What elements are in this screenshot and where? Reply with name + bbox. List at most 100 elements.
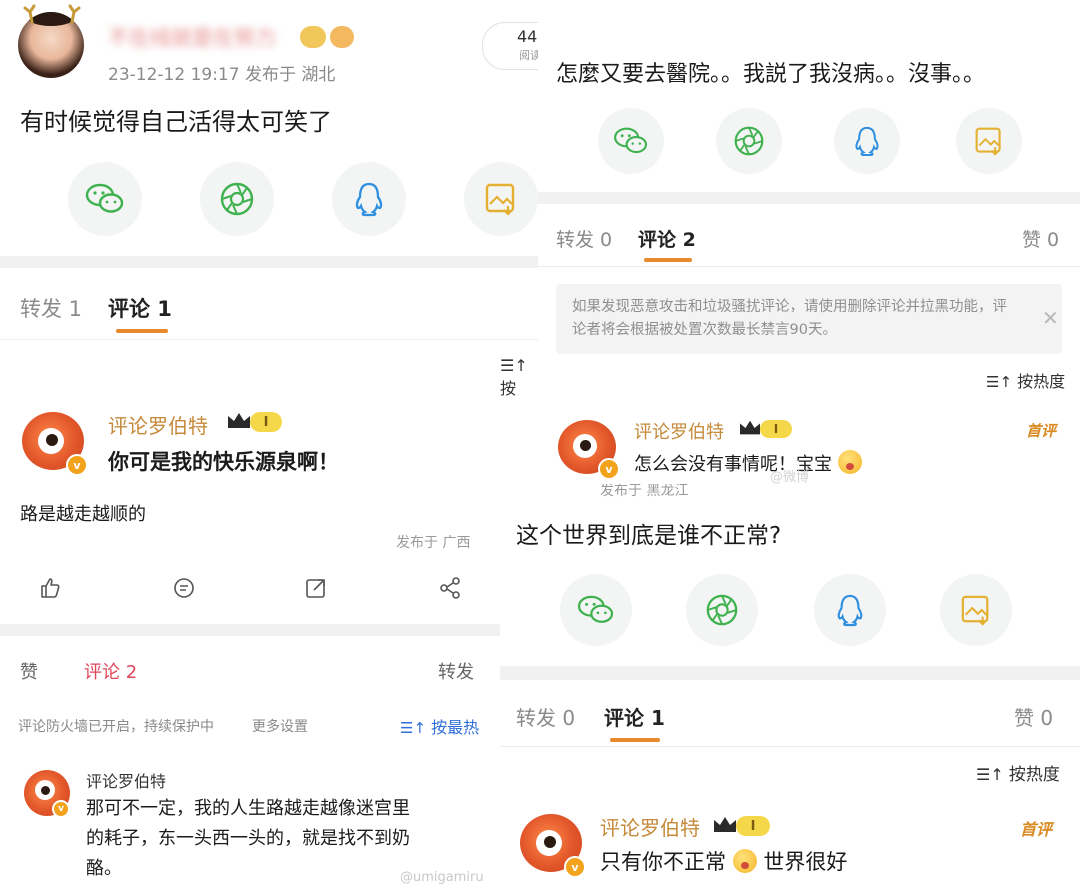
post-text: 怎麼又要去醫院。。我説了我沒病。。沒事。。 [556,62,986,87]
tab-like[interactable]: 赞 0 [1014,702,1053,731]
first-comment-tag: 首评 [1020,820,1053,839]
like-icon[interactable] [38,576,62,600]
more-settings-link[interactable]: 更多设置 [252,716,308,736]
commenter-name[interactable]: 评论罗伯特 [108,410,208,439]
panel-top-right: 怎麼又要去醫院。。我説了我沒病。。沒事。。 转发 0 评论 2 赞 0 如果发现… [538,0,1080,484]
qq-icon [855,126,879,157]
commenter-name[interactable]: 评论罗伯特 [634,418,724,444]
verified-badge: v [598,458,620,480]
tab-repost[interactable]: 转发 0 [516,702,575,731]
crown-icon [740,420,760,435]
wechat-icon [614,127,648,154]
sort-label: 按最热 [431,718,480,737]
qq-icon [355,182,383,217]
tab-repost[interactable]: 转发 [438,658,474,684]
share-icon[interactable] [304,576,328,600]
views-pill[interactable]: 44 阅读 [482,22,538,70]
tab-comment[interactable]: 评论 1 [604,702,665,731]
section-divider [0,256,538,268]
panel-top-left: 不在线就是在努力 23-12-12 19:17 发布于 湖北 44 阅读 有时候… [0,0,538,484]
tab-divider [500,746,1080,747]
more-share-icon[interactable] [438,576,462,600]
post-text: 路是越走越顺的 [20,504,146,525]
commenter-name[interactable]: 评论罗伯特 [86,768,166,792]
post-location: 发布于 黑龙江 [600,484,689,499]
sort-control[interactable]: ☰↑ 按热度 [986,368,1065,392]
firewall-status: 评论防火墙已开启，持续保护中 [18,719,214,735]
commenter-name[interactable]: 评论罗伯特 [600,812,700,841]
post-location: 发布于 广西 [396,535,471,551]
verified-badge: v [52,800,70,818]
post-meta: 23-12-12 19:17 发布于 湖北 [108,65,336,85]
comment-text: 你可是我的快乐源泉啊！ [108,450,339,474]
share-wechat-button[interactable] [560,574,632,646]
verified-badge: v [564,856,586,878]
comment-text-b: 世界很好 [763,850,848,874]
post-text: 有时候觉得自己活得太可笑了 [20,108,332,136]
share-moments-button[interactable] [716,108,782,174]
level-badge: I [250,412,282,432]
emoji-icon [732,849,757,873]
share-wechat-button[interactable] [68,162,142,236]
comment-line-2: 的耗子，东一头西一头的，就是找不到奶 [86,828,410,849]
sort-icon: ☰↑ [400,719,427,737]
moments-icon [706,594,738,626]
tab-like[interactable]: 赞 0 [1022,225,1059,252]
comment-text: 怎么会没有事情呢！宝宝 [634,450,862,476]
moments-icon [734,126,764,156]
tab-comment[interactable]: 评论 2 [638,225,696,252]
share-qq-button[interactable] [814,574,886,646]
save-image-button[interactable] [940,574,1012,646]
comment-text: 那可不一定，我的人生路越走越像迷宫里 的耗子，东一头西一头的，就是找不到奶 酪。 [86,794,410,884]
verified-badge: v [66,454,88,476]
sort-icon: ☰↑ [976,765,1004,784]
views-count: 44 [517,27,538,46]
comment-line-3: 酪。 [86,858,122,879]
active-tab-indicator [116,329,168,333]
watermark: @umigamiru [400,870,484,885]
tab-repost[interactable]: 转发 0 [556,225,612,252]
section-divider [0,624,500,636]
section-divider [500,666,1080,680]
share-moments-button[interactable] [200,162,274,236]
panel-bottom-left: 路是越走越顺的 发布于 广西 赞 评论 2 转发 评论防火墙已开启，持续保护中 … [0,484,500,888]
close-icon[interactable]: ✕ [1042,306,1059,330]
sort-icon: ☰↑ [986,373,1013,391]
comment-icon[interactable] [172,576,196,600]
active-tab-indicator [610,738,660,742]
share-moments-button[interactable] [686,574,758,646]
sort-control[interactable]: ☰↑ 按最热 [400,714,479,738]
comment-line-1: 那可不一定，我的人生路越走越像迷宫里 [86,798,410,819]
tab-divider [0,339,538,340]
tab-like[interactable]: 赞 [20,658,38,684]
first-comment-tag: 首评 [1026,422,1057,440]
sort-label: 按热度 [1017,372,1066,391]
antler-icon [23,4,81,24]
sort-control[interactable]: ☰↑ 按 [500,356,538,399]
tab-comment[interactable]: 评论 2 [84,658,137,684]
wechat-icon [85,183,124,213]
post-text: 这个世界到底是谁不正常? [516,523,782,549]
share-wechat-button[interactable] [598,108,664,174]
tab-repost[interactable]: 转发 1 [20,293,82,323]
comment-text-a: 只有你不正常 [600,850,726,874]
share-qq-button[interactable] [834,108,900,174]
save-image-icon [975,127,1001,156]
save-image-icon [485,183,515,216]
sort-icon: ☰↑ [500,356,528,375]
sort-control[interactable]: ☰↑ 按热度 [976,760,1060,785]
save-image-button[interactable] [956,108,1022,174]
crown-icon [714,817,736,832]
save-image-icon [961,595,989,626]
user-name[interactable]: 不在线就是在努力 [108,22,276,52]
crown-icon [228,413,250,428]
active-tab-indicator [644,258,692,262]
qq-icon [837,594,863,627]
share-qq-button[interactable] [332,162,406,236]
save-image-button[interactable] [464,162,538,236]
level-badge: I [736,816,770,836]
watermark: @微博 [770,470,810,484]
tab-comment[interactable]: 评论 1 [108,293,172,323]
level-badge: I [760,420,792,438]
sort-label: 按热度 [1008,765,1060,785]
